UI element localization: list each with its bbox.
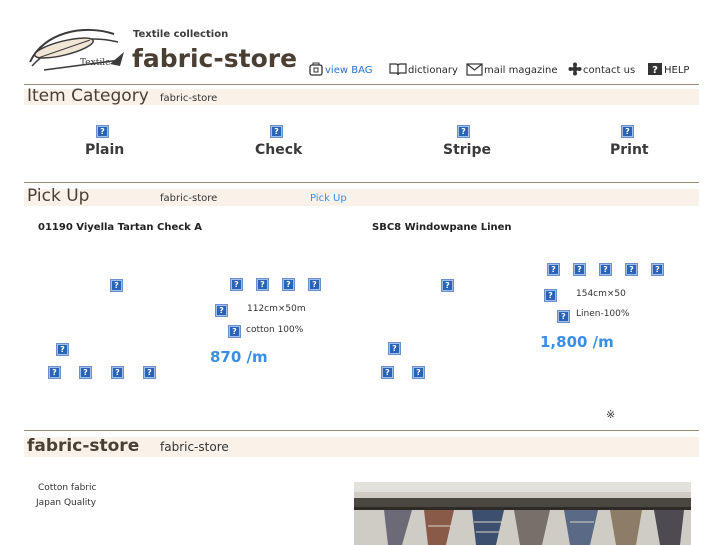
product-thumb-icon[interactable]: ? <box>282 278 295 291</box>
store-text-line1: Cotton fabric <box>38 483 97 493</box>
pickup-divider <box>24 182 699 183</box>
nav-view-bag-label: view BAG <box>325 65 373 76</box>
product-size-icon: ? <box>544 289 557 302</box>
product-thumb-icon[interactable]: ? <box>143 366 156 379</box>
fabric-display-image <box>354 482 691 545</box>
category-plain[interactable]: Plain <box>85 142 124 158</box>
product-material: cotton 100% <box>246 325 304 335</box>
gear-flower-icon <box>568 62 582 76</box>
category-stripe-image-icon[interactable]: ? <box>457 125 470 138</box>
product-thumb-icon[interactable]: ? <box>388 342 401 355</box>
nav-contact-us[interactable]: contact us <box>568 62 635 76</box>
category-print[interactable]: Print <box>610 142 649 158</box>
category-subtitle: fabric-store <box>160 93 218 104</box>
store-subtitle: fabric-store <box>160 440 229 454</box>
site-name[interactable]: fabric-store <box>132 44 297 73</box>
nav-help-label: HELP <box>664 65 690 76</box>
product-size: 112cm×50m <box>247 304 306 314</box>
pickup-link[interactable]: Pick Up <box>310 193 347 204</box>
pickup-title: Pick Up <box>27 186 90 206</box>
nav-dictionary[interactable]: dictionary <box>389 62 458 76</box>
nav-help[interactable]: ? HELP <box>648 62 689 76</box>
product-material-icon: ? <box>557 310 570 323</box>
product-thumb-icon[interactable]: ? <box>651 263 664 276</box>
product-thumb-icon[interactable]: ? <box>381 366 394 379</box>
category-divider <box>24 84 699 85</box>
category-check-image-icon[interactable]: ? <box>270 125 283 138</box>
store-text-line2: Japan Quality <box>36 498 97 508</box>
fabric-photo <box>354 482 691 545</box>
nav-mail-magazine-label: mail magazine <box>484 65 558 76</box>
category-stripe[interactable]: Stripe <box>443 142 491 158</box>
nav-dictionary-label: dictionary <box>408 65 458 76</box>
nav-contact-us-label: contact us <box>583 65 636 76</box>
asterisk-mark: ※ <box>606 408 616 421</box>
svg-text:?: ? <box>652 65 658 76</box>
product-thumb-icon[interactable]: ? <box>48 366 61 379</box>
product-main-image-icon[interactable]: ? <box>441 279 454 292</box>
product-material: Linen-100% <box>576 309 630 319</box>
pickup-band <box>24 189 699 206</box>
product-name[interactable]: 01190 Viyella Tartan Check A <box>38 222 202 233</box>
category-print-image-icon[interactable]: ? <box>621 125 634 138</box>
mail-icon <box>466 63 483 76</box>
product-material-icon: ? <box>228 325 241 338</box>
product-thumb-icon[interactable]: ? <box>308 278 321 291</box>
product-thumb-icon[interactable]: ? <box>79 366 92 379</box>
product-size-icon: ? <box>215 304 228 317</box>
product-name[interactable]: SBC8 Windowpane Linen <box>372 222 512 233</box>
logo-word: Textile <box>80 58 111 68</box>
bag-icon <box>309 62 323 76</box>
category-check[interactable]: Check <box>255 142 302 158</box>
help-icon: ? <box>648 63 662 76</box>
product-thumb-icon[interactable]: ? <box>230 278 243 291</box>
nav-view-bag[interactable]: view BAG <box>308 62 372 76</box>
pickup-subtitle: fabric-store <box>160 193 218 204</box>
store-title: fabric-store <box>27 436 140 456</box>
product-thumb-icon[interactable]: ? <box>573 263 586 276</box>
category-plain-image-icon[interactable]: ? <box>96 125 109 138</box>
product-size: 154cm×50 <box>576 289 626 299</box>
product-thumb-icon[interactable]: ? <box>547 263 560 276</box>
product-thumb-icon[interactable]: ? <box>111 366 124 379</box>
store-divider <box>24 430 699 431</box>
product-thumb-icon[interactable]: ? <box>56 343 69 356</box>
product-price: 870 /m <box>210 348 268 366</box>
shuttle-logo-icon <box>29 28 124 71</box>
product-price: 1,800 /m <box>540 333 614 351</box>
product-thumb-icon[interactable]: ? <box>599 263 612 276</box>
product-main-image-icon[interactable]: ? <box>110 279 123 292</box>
nav-mail-magazine[interactable]: mail magazine <box>466 62 557 76</box>
site-logo[interactable]: Textile <box>24 22 128 74</box>
product-thumb-icon[interactable]: ? <box>412 366 425 379</box>
book-icon <box>389 63 407 76</box>
category-title: Item Category <box>27 86 149 106</box>
site-tagline: Textile collection <box>133 29 229 40</box>
product-thumb-icon[interactable]: ? <box>625 263 638 276</box>
product-thumb-icon[interactable]: ? <box>256 278 269 291</box>
